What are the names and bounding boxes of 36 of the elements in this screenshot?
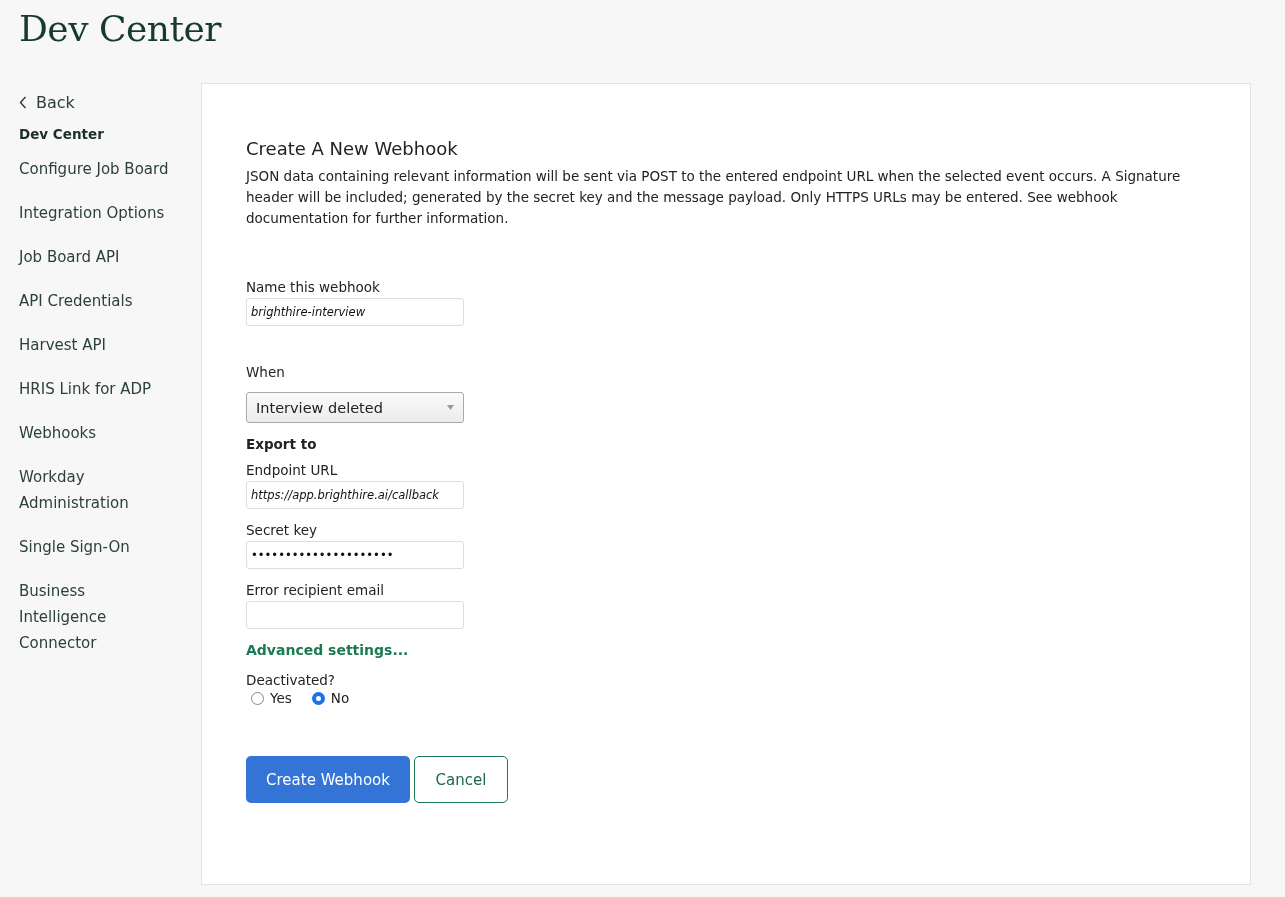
form-description: JSON data containing relevant information will be sent via POST to the entered endpoint URL when the selected event occurs. A Signature header will be included; generated by the secret key and the message payload. Only HTTPS URLs may be entered. See webhook documentation for further information. <box>246 167 1182 228</box>
input-field[interactable]: brighthire-interview <box>246 298 464 326</box>
radio-button[interactable] <box>311 691 325 705</box>
form-title: Create A New Webhook <box>246 138 459 159</box>
input-field[interactable]: https://app.brighthire.ai/callback <box>246 481 464 509</box>
field-label: Name this webhook <box>246 279 380 295</box>
cancel-button[interactable]: Cancel <box>414 756 508 803</box>
sidebar-heading: Dev Center <box>19 126 104 142</box>
sidebar-item[interactable]: HRIS Link for ADP <box>19 376 169 402</box>
advanced-settings-link[interactable]: Advanced settings... <box>246 642 1206 658</box>
sidebar-item[interactable]: Webhooks <box>19 420 169 446</box>
field-label: Deactivated? <box>246 672 337 688</box>
page-title: Dev Center <box>18 7 223 51</box>
radio-button[interactable] <box>251 691 264 705</box>
input-field[interactable]: ••••••••••••••••••••• <box>246 541 464 569</box>
back-link[interactable]: Back <box>19 93 75 112</box>
field-label: Error recipient email <box>246 582 384 598</box>
sidebar-item[interactable]: API Credentials <box>19 288 169 314</box>
sidebar-item[interactable]: Configure Job Board <box>19 156 169 182</box>
field-label: Endpoint URL <box>246 462 338 478</box>
caret-down-icon <box>447 405 454 410</box>
event-dropdown[interactable]: Interview deleted <box>246 392 464 423</box>
sidebar-item[interactable]: Harvest API <box>19 332 169 358</box>
chevron-left-icon <box>19 96 27 109</box>
input-field[interactable] <box>246 601 464 629</box>
sidebar-item[interactable]: Business Intelligence Connector <box>19 578 169 656</box>
sidebar-item[interactable]: Integration Options <box>19 200 169 226</box>
radio-label: Yes <box>270 690 292 706</box>
section-heading: Export to <box>246 436 318 452</box>
radio-label: No <box>330 690 350 706</box>
sidebar-item[interactable]: Workday Administration <box>19 464 169 516</box>
sidebar-item[interactable]: Single Sign-On <box>19 534 169 560</box>
field-label: Secret key <box>246 522 318 538</box>
create-button[interactable]: Create Webhook <box>246 756 410 803</box>
field-label: When <box>246 364 285 380</box>
sidebar-item[interactable]: Job Board API <box>19 244 169 270</box>
